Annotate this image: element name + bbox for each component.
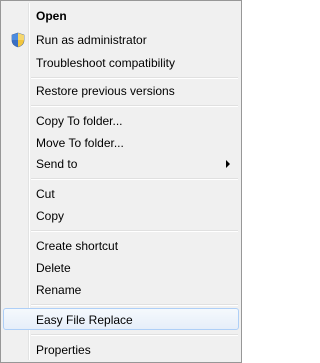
- menu-item-properties[interactable]: Properties: [3, 338, 239, 360]
- menu-item-troubleshoot-compatibility[interactable]: Troubleshoot compatibility: [3, 51, 239, 73]
- submenu-arrow-icon: [226, 160, 230, 168]
- menu-item-copy-label: Copy: [36, 209, 65, 223]
- menu-item-rename-label: Rename: [36, 283, 82, 297]
- menu-item-easy-file-replace[interactable]: Easy File Replace: [3, 308, 239, 330]
- menu-separator: [31, 334, 238, 336]
- menu-item-create-shortcut[interactable]: Create shortcut: [3, 234, 239, 256]
- menu-separator: [31, 230, 238, 232]
- menu-item-send-to-label: Send to: [36, 157, 78, 171]
- menu-item-restore-previous-versions-label: Restore previous versions: [36, 84, 175, 98]
- menu-item-move-to-folder-label: Move To folder...: [36, 136, 124, 150]
- menu-separator: [31, 178, 238, 180]
- menu-item-delete[interactable]: Delete: [3, 256, 239, 278]
- menu-item-troubleshoot-compatibility-label: Troubleshoot compatibility: [36, 56, 175, 70]
- menu-item-send-to[interactable]: Send to: [3, 152, 239, 174]
- menu-item-move-to-folder[interactable]: Move To folder...: [3, 131, 239, 153]
- menu-item-copy[interactable]: Copy: [3, 204, 239, 226]
- menu-item-run-as-administrator-label: Run as administrator: [36, 33, 147, 47]
- uac-shield-icon: [11, 32, 25, 48]
- menu-item-run-as-administrator[interactable]: Run as administrator: [3, 28, 239, 50]
- context-menu: Open Run as administrator Troubleshoot c…: [0, 0, 242, 363]
- menu-item-open[interactable]: Open: [3, 4, 239, 26]
- menu-item-cut-label: Cut: [36, 187, 55, 201]
- menu-item-cut[interactable]: Cut: [3, 182, 239, 204]
- menu-separator: [31, 105, 238, 107]
- menu-item-easy-file-replace-label: Easy File Replace: [36, 313, 133, 327]
- menu-item-copy-to-folder-label: Copy To folder...: [36, 114, 123, 128]
- menu-item-open-label: Open: [36, 9, 67, 23]
- menu-item-copy-to-folder[interactable]: Copy To folder...: [3, 109, 239, 131]
- menu-item-restore-previous-versions[interactable]: Restore previous versions: [3, 79, 239, 101]
- menu-item-create-shortcut-label: Create shortcut: [36, 239, 119, 253]
- menu-separator: [31, 304, 238, 306]
- menu-item-rename[interactable]: Rename: [3, 278, 239, 300]
- menu-item-delete-label: Delete: [36, 261, 71, 275]
- menu-item-properties-label: Properties: [36, 343, 91, 357]
